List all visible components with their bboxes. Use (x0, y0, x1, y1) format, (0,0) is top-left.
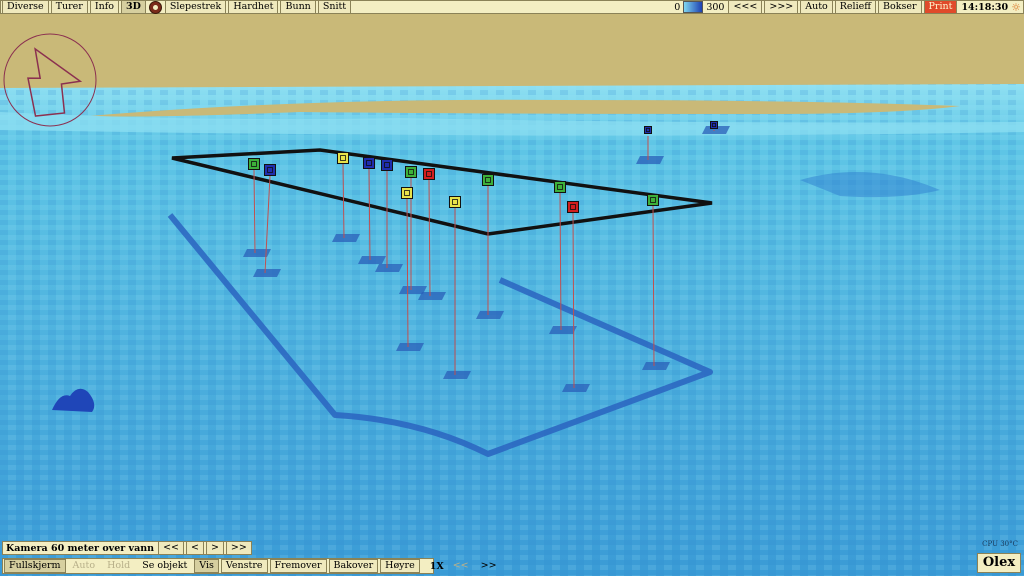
fullscreen-button[interactable]: Fullskjerm (4, 559, 66, 573)
marker-square[interactable] (423, 168, 435, 180)
camera-back[interactable]: < (185, 541, 204, 555)
marker-base (358, 256, 386, 264)
camera-fast-forward[interactable]: >> (225, 541, 252, 555)
marker-square[interactable] (647, 194, 659, 206)
marker-square[interactable] (363, 157, 375, 169)
marker-square[interactable] (567, 201, 579, 213)
marker-base (476, 311, 504, 319)
left-button[interactable]: Venstre (220, 559, 268, 573)
see-object-button[interactable]: Se objekt (137, 559, 192, 573)
marker-square[interactable] (405, 166, 417, 178)
marker-base (253, 269, 281, 277)
marker-base (443, 371, 471, 379)
land-horizon (0, 14, 1024, 90)
sea-texture (0, 84, 1024, 576)
marker-square[interactable] (401, 187, 413, 199)
marker-base (549, 326, 577, 334)
marker-square[interactable] (554, 181, 566, 193)
marker-base (562, 384, 590, 392)
marker-base (396, 343, 424, 351)
speed-label[interactable]: 1X (427, 561, 447, 572)
speed-up-button[interactable]: >> (476, 559, 502, 573)
marker-square[interactable] (644, 126, 652, 134)
marker-square[interactable] (264, 164, 276, 176)
cpu-temp: CPU 30°C (982, 540, 1018, 548)
marker-base (375, 264, 403, 272)
marker-base (418, 292, 446, 300)
backward-button[interactable]: Bakover (328, 559, 379, 573)
marker-base (642, 362, 670, 370)
camera-bar: Kamera 60 meter over vann << < > >> (2, 541, 252, 555)
marker-base (636, 156, 664, 164)
right-button[interactable]: Høyre (380, 559, 420, 573)
forward-button[interactable]: Fremover (269, 559, 327, 573)
marker-square[interactable] (337, 152, 349, 164)
camera-forward[interactable]: > (205, 541, 224, 555)
hold-button[interactable]: Hold (102, 559, 135, 573)
marker-square[interactable] (449, 196, 461, 208)
marker-square[interactable] (381, 159, 393, 171)
show-button[interactable]: Vis (194, 559, 219, 573)
auto-mode-button[interactable]: Auto (68, 559, 101, 573)
marker-base (332, 234, 360, 242)
bottom-bar: Fullskjerm Auto Hold Se objekt Vis Venst… (2, 558, 497, 574)
marker-square[interactable] (248, 158, 260, 170)
camera-fast-back[interactable]: << (158, 541, 184, 555)
speed-down-button[interactable]: << (448, 559, 474, 573)
marker-square[interactable] (482, 174, 494, 186)
marker-base (243, 249, 271, 257)
3d-seabed-view[interactable] (0, 0, 1024, 576)
marker-square[interactable] (710, 121, 718, 129)
camera-label: Kamera 60 meter over vann (6, 542, 155, 554)
olex-logo[interactable]: Olex (977, 553, 1021, 573)
